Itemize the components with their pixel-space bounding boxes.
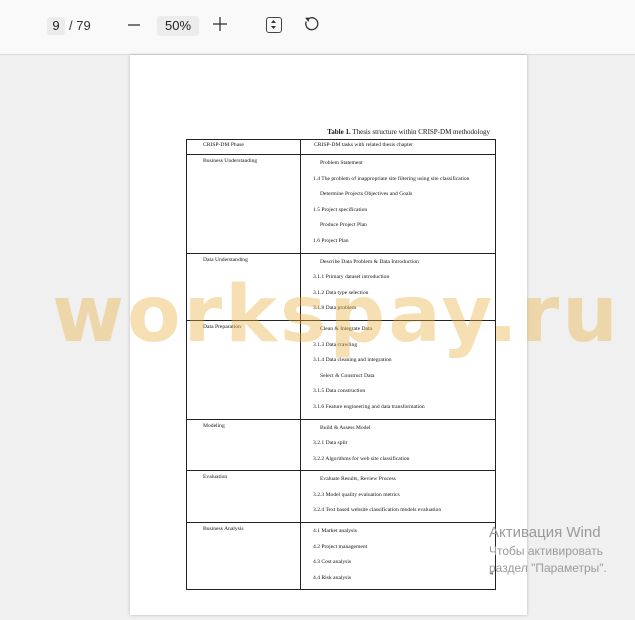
tasks-cell: Problem Statement 1.4 The problem of inap… — [300, 154, 496, 254]
table-header-row: CRISP-DM Phase CRISP-DM tasks with relat… — [186, 139, 496, 155]
task-item: 3.2.3 Model quality evaluation metrics — [313, 491, 400, 498]
header-tasks: CRISP-DM tasks with related thesis chapt… — [300, 139, 496, 155]
task-item: Select & Construct Data — [320, 372, 375, 379]
zoom-in-button[interactable] — [213, 14, 227, 36]
task-item: 1.6 Project Plan — [313, 237, 349, 244]
task-item: Build & Assess Model — [320, 424, 371, 431]
watermark: workspay.ru — [52, 270, 621, 360]
table-row: Evaluation Evaluate Results, Review Proce… — [186, 470, 496, 524]
activation-line: раздел "Параметры". — [489, 561, 607, 575]
task-item: Produce Project Plan — [320, 222, 367, 229]
zoom-out-button[interactable] — [128, 16, 140, 34]
page-number-input[interactable]: 9 — [47, 17, 65, 35]
table-caption: Table 1. Thesis structure within CRISP-D… — [304, 128, 490, 136]
table-row: Modeling Build & Assess Model 3.2.1 Data s… — [186, 418, 496, 472]
tasks-cell: Build & Assess Model 3.2.1 Data split 3.2.… — [300, 418, 496, 472]
phase-cell: Business Understanding — [186, 154, 301, 254]
page-total: / 79 — [69, 18, 91, 33]
windows-activation-notice: Активация Wind Чтобы активировать раздел… — [489, 524, 607, 575]
header-phase: CRISP-DM Phase — [186, 139, 301, 155]
task-item: 4.2 Project management — [313, 543, 368, 550]
tasks-cell: 4.1 Market analysis 4.2 Project managemen… — [300, 522, 496, 591]
phase-cell: Modeling — [186, 418, 301, 472]
rotate-icon[interactable] — [303, 16, 319, 37]
table-row: Business Analysis 4.1 Market analysis 4.2 … — [186, 522, 496, 591]
task-item: Determine Projects Objectives and Goals — [320, 191, 413, 198]
task-item: 3.2.4 Text based website classification … — [313, 507, 442, 514]
fit-arrows-icon — [271, 20, 276, 29]
task-item: Describe Data Problem & Data Introductio… — [320, 258, 419, 265]
phase-cell: Evaluation — [186, 470, 301, 524]
task-item: 4.1 Market analysis — [313, 528, 357, 535]
caption-label: Table 1. — [327, 128, 351, 136]
task-item: Evaluate Results, Review Process — [320, 476, 396, 483]
zoom-level-input[interactable]: 50% — [157, 16, 199, 36]
task-item: 3.1.5 Data construction — [313, 388, 366, 395]
task-item: 4.4 Risk analysis — [313, 574, 352, 581]
task-item: Problem Statement — [320, 160, 363, 166]
task-item: 1.5 Project specification — [313, 206, 368, 213]
task-item: 3.2.1 Data split — [313, 440, 348, 447]
activation-title: Активация Wind — [489, 524, 601, 541]
thesis-structure-table: CRISP-DM Phase CRISP-DM tasks with relat… — [186, 139, 496, 591]
plus-icon — [213, 17, 227, 31]
task-item: 3.2.2 Algorithms for web site classifica… — [313, 455, 410, 462]
task-item: 1.4 The problem of inappropriate site fi… — [313, 175, 470, 182]
caption-text: Thesis structure within CRISP-DM methodo… — [350, 128, 490, 136]
activation-line: Чтобы активировать — [489, 544, 603, 558]
task-item: 3.1.6 Feature engineering and data trans… — [313, 403, 425, 410]
tasks-cell: Evaluate Results, Review Process 3.2.3 Mo… — [300, 470, 496, 524]
pdf-toolbar: 9 / 79 50% — [0, 0, 635, 55]
task-item: 4.3 Cost analysis — [313, 559, 352, 566]
fit-page-icon[interactable] — [266, 17, 282, 33]
minus-icon — [128, 24, 140, 26]
table-row: Business Understanding Problem Statement 1… — [186, 154, 496, 254]
phase-cell: Business Analysis — [186, 522, 301, 591]
rotate-arrow-icon — [305, 17, 319, 31]
